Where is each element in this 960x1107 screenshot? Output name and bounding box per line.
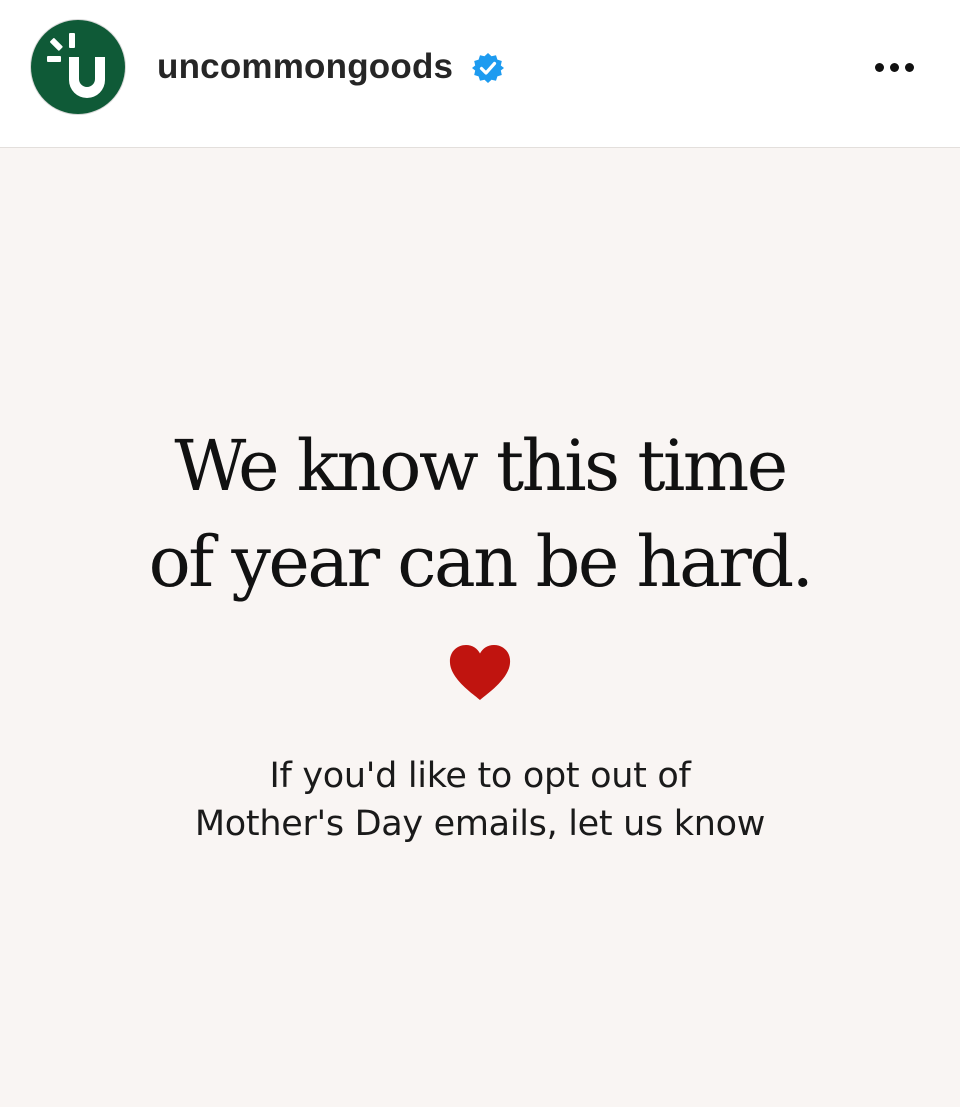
heart-icon (449, 645, 511, 700)
uncommongoods-logo-icon (47, 33, 105, 98)
account-username[interactable]: uncommongoods (157, 45, 453, 89)
more-options-icon (904, 62, 914, 72)
post-body-text: If you'd like to opt out of Mother's Day… (0, 752, 960, 848)
verified-badge-icon (472, 53, 504, 83)
body-line: Mother's Day emails, let us know (194, 804, 766, 844)
body-line: If you'd like to opt out of (269, 756, 691, 796)
more-options-icon (889, 62, 899, 72)
headline-line: We know this time (174, 425, 788, 507)
avatar[interactable] (31, 20, 125, 114)
post-headline: We know this time of year can be hard. (0, 418, 960, 610)
post-header: uncommongoods (0, 0, 960, 148)
more-options-button[interactable] (866, 50, 922, 84)
post-image[interactable]: We know this time of year can be hard. I… (0, 148, 960, 1107)
headline-line: of year can be hard. (148, 521, 814, 603)
more-options-icon (874, 62, 884, 72)
